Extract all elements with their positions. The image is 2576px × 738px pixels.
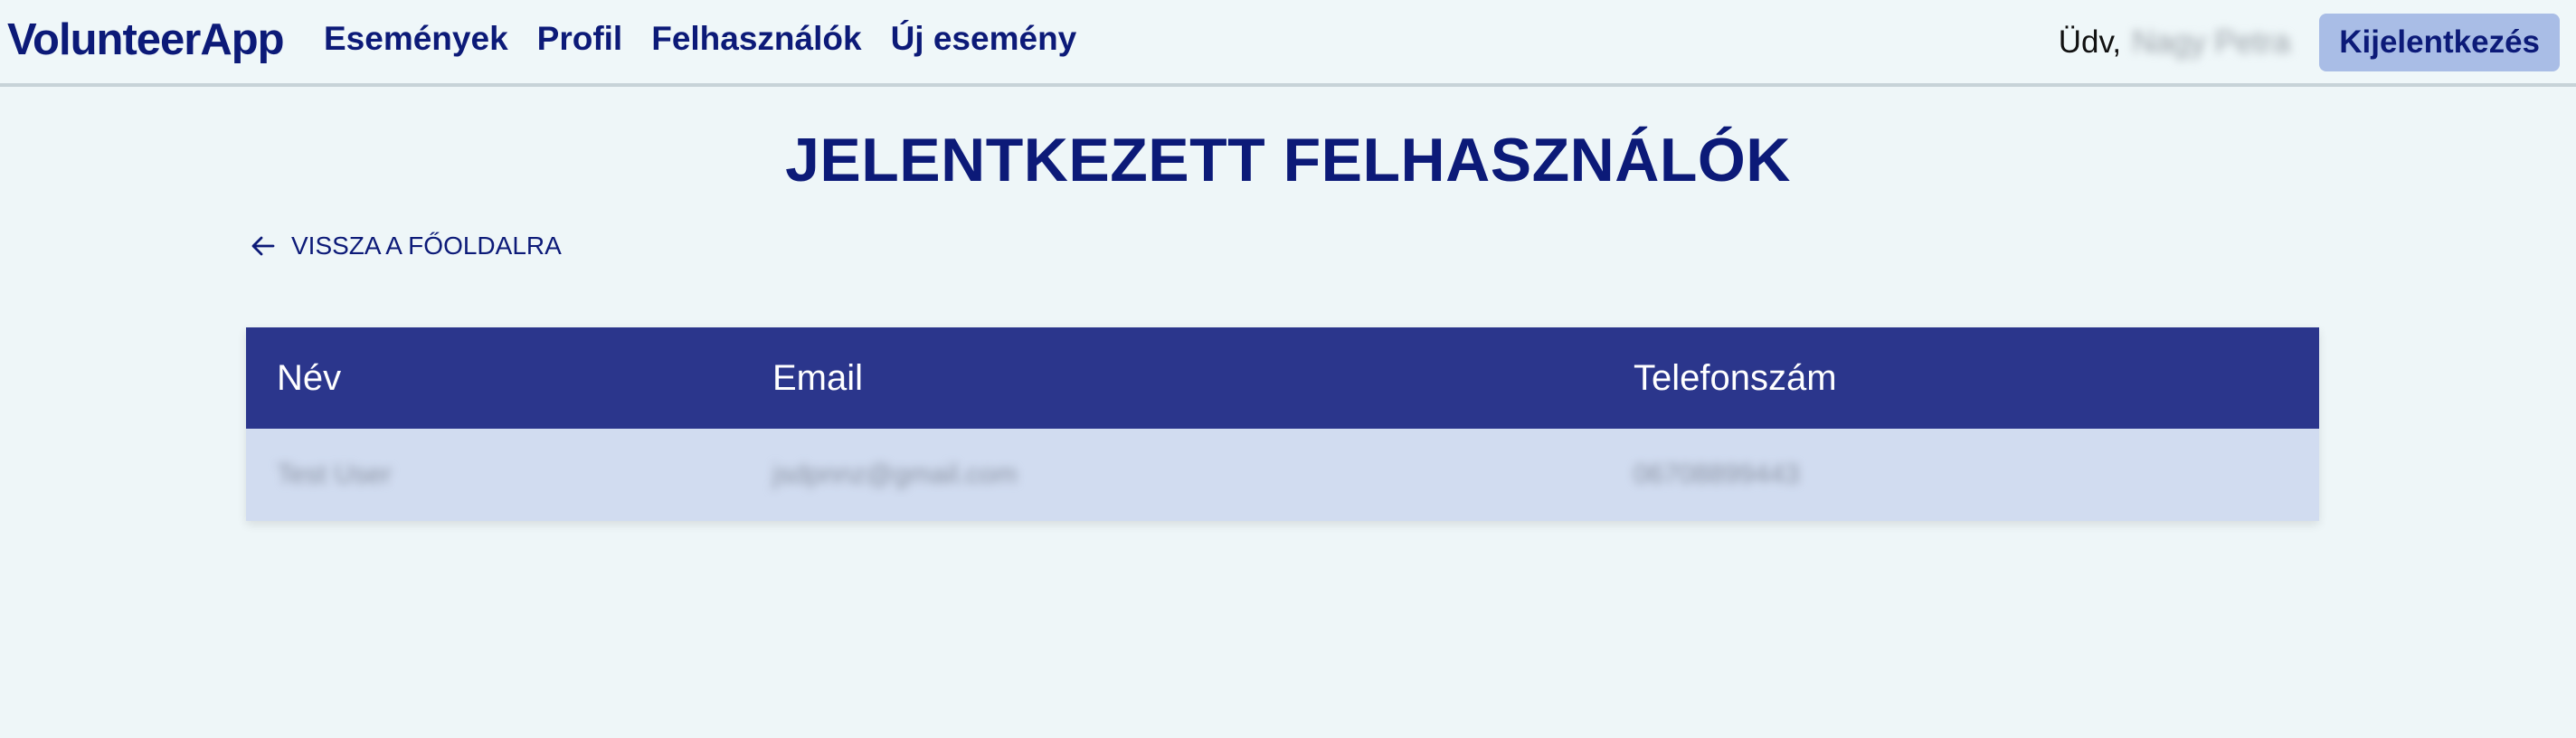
greeting-text: Üdv, bbox=[2058, 24, 2122, 60]
arrow-left-icon bbox=[251, 236, 275, 256]
registered-users-table: Név Email Telefonszám Test User jsdpnnz@… bbox=[246, 327, 2319, 521]
column-header-email: Email bbox=[772, 357, 864, 398]
nav-link-users[interactable]: Felhasználók bbox=[651, 20, 861, 58]
top-navbar: VolunteerApp Események Profil Felhasznál… bbox=[0, 0, 2576, 87]
nav-link-new-event[interactable]: Új esemény bbox=[891, 20, 1077, 58]
back-link-label: VISSZA A FŐOLDALRA bbox=[291, 232, 562, 260]
nav-link-events[interactable]: Események bbox=[324, 20, 508, 58]
column-header-name: Név bbox=[277, 357, 342, 398]
nav-link-profile[interactable]: Profil bbox=[537, 20, 623, 58]
cell-name: Test User bbox=[277, 459, 392, 489]
brand-logo[interactable]: VolunteerApp bbox=[7, 14, 285, 65]
cell-phone: 06708899443 bbox=[1634, 459, 1800, 489]
table-row: Test User jsdpnnz@gmail.com 06708899443 bbox=[246, 429, 2319, 521]
logout-button[interactable]: Kijelentkezés bbox=[2319, 14, 2560, 71]
nav-links: Események Profil Felhasználók Új esemény bbox=[324, 20, 1076, 58]
back-to-home-link[interactable]: VISSZA A FŐOLDALRA bbox=[251, 232, 562, 260]
page-title: JELENTKEZETT FELHASZNÁLÓK bbox=[785, 126, 1791, 194]
table-header-row: Név Email Telefonszám bbox=[246, 327, 2319, 429]
cell-email: jsdpnnz@gmail.com bbox=[772, 459, 1018, 489]
user-area: Üdv, Nagy Petra Kijelentkezés bbox=[2059, 14, 2560, 71]
column-header-phone: Telefonszám bbox=[1634, 357, 1837, 398]
username-text: Nagy Petra bbox=[2132, 24, 2291, 60]
